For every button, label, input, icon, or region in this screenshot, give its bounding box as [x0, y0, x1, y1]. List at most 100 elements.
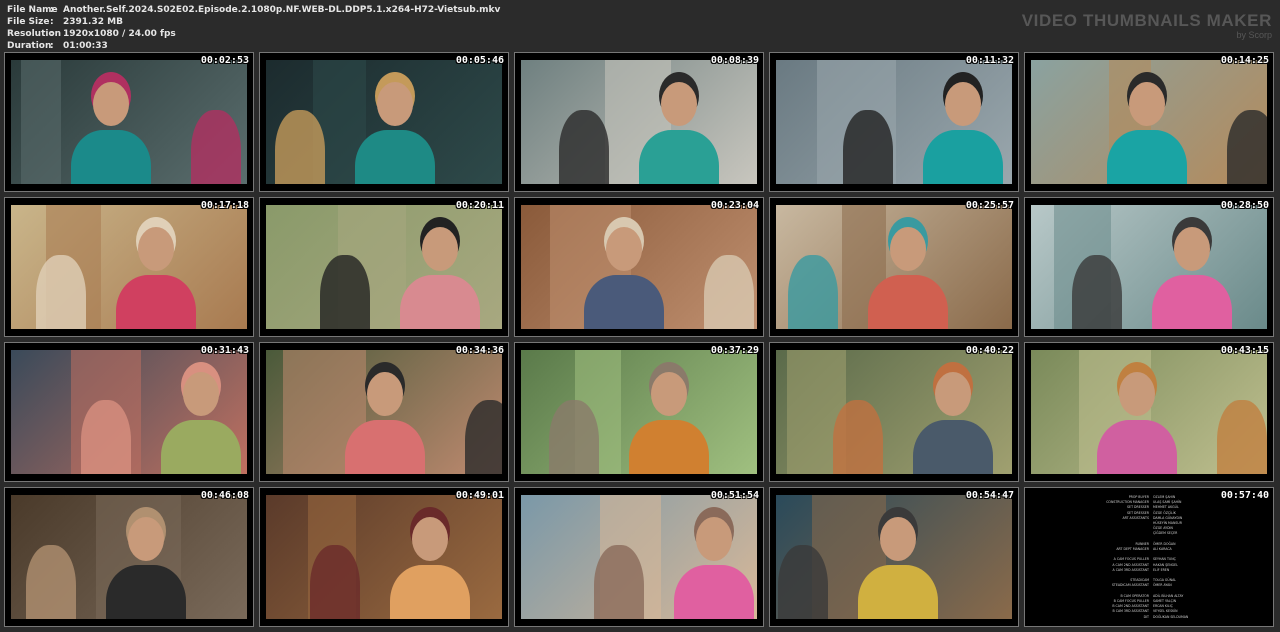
- figure-head: [1119, 372, 1155, 416]
- thumbnail[interactable]: 00:34:36: [259, 342, 509, 482]
- timestamp-label: 00:02:53: [200, 55, 249, 66]
- figure-head: [93, 82, 129, 126]
- thumbnail[interactable]: 00:20:11: [259, 197, 509, 337]
- credit-name: ÖZLEM ŞAHİN: [1153, 495, 1176, 499]
- video-frame: [776, 350, 1012, 474]
- timestamp-label: 00:17:18: [200, 200, 249, 211]
- figure-body: [400, 275, 480, 329]
- credit-name: ELİF EREN: [1153, 567, 1170, 572]
- meta-value: 1920x1080 / 24.00 fps: [63, 29, 176, 39]
- video-frame: [776, 205, 1012, 329]
- thumbnail[interactable]: 00:08:39: [514, 52, 764, 192]
- timestamp-label: 00:57:40: [1220, 490, 1269, 501]
- credit-name: ERCAN KILIÇ: [1153, 604, 1173, 609]
- figure-head: [1174, 227, 1210, 271]
- thumbnail[interactable]: 00:17:18: [4, 197, 254, 337]
- credit-name: ÖMER AYAN: [1153, 583, 1172, 588]
- timestamp-label: 00:49:01: [455, 490, 504, 501]
- credit-name: ALİ KARACA: [1153, 547, 1172, 552]
- figure-body: [639, 130, 719, 184]
- meta-value: Another.Self.2024.S02E02.Episode.2.1080p…: [63, 5, 501, 15]
- thumbnail[interactable]: 00:11:32: [769, 52, 1019, 192]
- figure-head: [651, 372, 687, 416]
- figure-body: [1097, 420, 1177, 474]
- meta-value: 2391.32 MB: [63, 17, 123, 27]
- credit-name: SAMET YALÇIN: [1153, 599, 1177, 604]
- figure-body: [858, 565, 938, 619]
- figure-head: [138, 227, 174, 271]
- meta-separator: :: [50, 5, 54, 15]
- video-frame: [1031, 350, 1267, 474]
- thumbnail[interactable]: 00:37:29: [514, 342, 764, 482]
- credit-name: ULAŞ SAMİ ŞAHİN: [1153, 500, 1182, 505]
- credit-name: MEHMET AKGÜL: [1153, 505, 1179, 510]
- timestamp-label: 00:11:32: [965, 55, 1014, 66]
- thumbnail[interactable]: PROP BUYER ÖZLEM ŞAHİN CONSTRUCTION MANAGE…: [1024, 487, 1274, 627]
- credit-role: STEADICAM ASSISTANT: [1111, 583, 1149, 588]
- video-frame: [266, 60, 502, 184]
- figure-head: [412, 517, 448, 561]
- meta-key: Duration: [7, 41, 52, 51]
- figure-body: [71, 130, 151, 184]
- credit-name: ÖZGE ÖZÇİLİK: [1153, 510, 1176, 515]
- figure-body: [1152, 275, 1232, 329]
- credit-name: VEYSEL KESKİN: [1153, 609, 1178, 614]
- figure-head: [696, 517, 732, 561]
- figure-body: [674, 565, 754, 619]
- meta-key: Resolution: [7, 29, 62, 39]
- figure-body: [355, 130, 435, 184]
- credits-text: PROP BUYER ÖZLEM ŞAHİN CONSTRUCTION MANAGE…: [1091, 495, 1211, 619]
- figure-body: [345, 420, 425, 474]
- meta-key: File Name: [7, 5, 58, 15]
- thumbnail[interactable]: 00:28:50: [1024, 197, 1274, 337]
- timestamp-label: 00:28:50: [1220, 200, 1269, 211]
- credit-role: DIT: [1143, 614, 1149, 619]
- figure-head: [367, 372, 403, 416]
- thumbnail[interactable]: 00:43:15: [1024, 342, 1274, 482]
- meta-key: File Size: [7, 17, 50, 27]
- thumbnail[interactable]: 00:05:46: [259, 52, 509, 192]
- figure-head: [935, 372, 971, 416]
- meta-separator: :: [50, 29, 54, 39]
- figure-head: [945, 82, 981, 126]
- video-frame: [266, 205, 502, 329]
- thumbnail[interactable]: 00:23:04: [514, 197, 764, 337]
- credit-name: ÖMER DOĞAN: [1153, 541, 1176, 546]
- figure-body: [913, 420, 993, 474]
- thumbnail[interactable]: 00:31:43: [4, 342, 254, 482]
- thumbnail[interactable]: 00:25:57: [769, 197, 1019, 337]
- figure-body: [390, 565, 470, 619]
- meta-separator: :: [50, 17, 54, 27]
- credit-name: HÜSEYİN MANSUR: [1153, 521, 1182, 526]
- figure-body: [629, 420, 709, 474]
- watermark-logo: VIDEO THUMBNAILS MAKER by Scorp: [1022, 12, 1272, 41]
- timestamp-label: 00:51:54: [710, 490, 759, 501]
- thumbnail[interactable]: 00:40:22: [769, 342, 1019, 482]
- timestamp-label: 00:23:04: [710, 200, 759, 211]
- thumbnail-grid: 00:02:53 00:05:46 00:08:39 00:11:32 00:14:25…: [4, 52, 1276, 627]
- meta-row: Resolution:1920x1080 / 24.00 fps: [7, 28, 500, 40]
- meta-row: File Name: Another.Self.2024.S02E02.Episo…: [7, 4, 500, 16]
- timestamp-label: 00:37:29: [710, 345, 759, 356]
- figure-body: [116, 275, 196, 329]
- credit-name: DAMLA GÜNAYDIN: [1153, 515, 1183, 520]
- video-frame: [1031, 205, 1267, 329]
- thumbnail[interactable]: 00:14:25: [1024, 52, 1274, 192]
- thumbnail[interactable]: 00:49:01: [259, 487, 509, 627]
- figure-body: [923, 130, 1003, 184]
- figure-head: [661, 82, 697, 126]
- thumbnail[interactable]: 00:51:54: [514, 487, 764, 627]
- thumbnail[interactable]: 00:54:47: [769, 487, 1019, 627]
- credit-name: TOLGA GÜNAL: [1153, 578, 1177, 583]
- figure-body: [868, 275, 948, 329]
- timestamp-label: 00:08:39: [710, 55, 759, 66]
- video-frame: [776, 60, 1012, 184]
- video-frame: [521, 60, 757, 184]
- video-frame: [521, 350, 757, 474]
- figure-body: [584, 275, 664, 329]
- thumbnail[interactable]: 00:46:08: [4, 487, 254, 627]
- thumbnail[interactable]: 00:02:53: [4, 52, 254, 192]
- video-frame: [521, 495, 757, 619]
- video-frame: [266, 350, 502, 474]
- credit-name: HAKAN ŞENGEL: [1153, 562, 1178, 567]
